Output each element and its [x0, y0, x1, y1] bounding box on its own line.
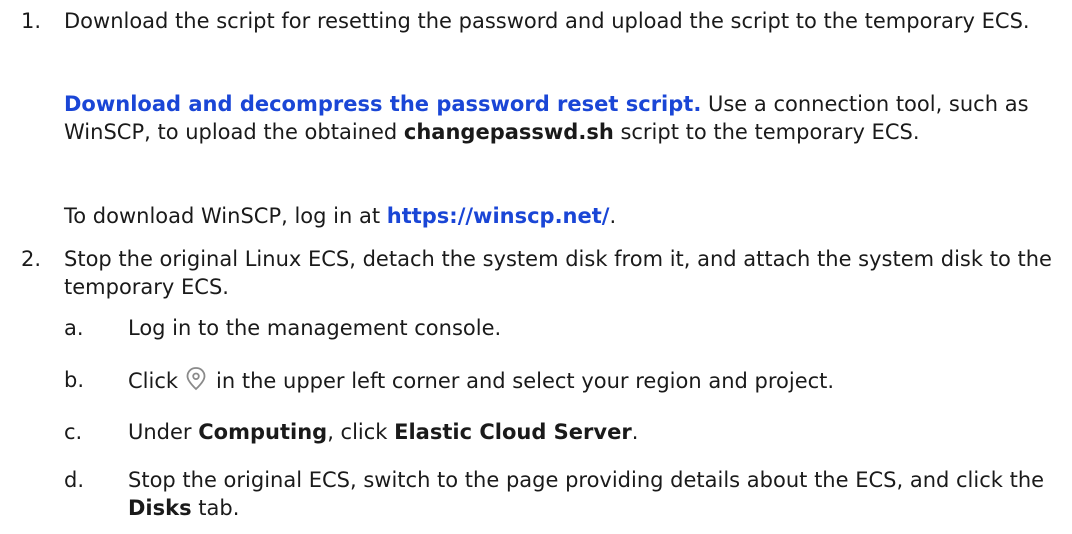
substep-text-part: Under	[128, 420, 199, 444]
paragraph-winscp: To download WinSCP, log in at https://wi…	[64, 202, 1054, 230]
location-pin-icon[interactable]	[184, 366, 208, 399]
menu-computing: Computing	[198, 420, 328, 444]
substep-number: a.	[64, 316, 84, 340]
paragraph-text: script to the temporary ECS.	[613, 120, 920, 144]
substep-number: b.	[64, 368, 85, 392]
substep-text-part: in the upper left corner and select your…	[216, 369, 835, 393]
substep-text: Under Computing, click Elastic Cloud Ser…	[128, 418, 1054, 446]
substep-text-part: tab.	[191, 496, 240, 520]
winscp-link[interactable]: https://winscp.net/	[387, 204, 610, 228]
substep-text-part: .	[631, 420, 639, 444]
substep-text-part: , click	[327, 420, 395, 444]
substep-number: c.	[64, 420, 83, 444]
download-script-link[interactable]: Download and decompress the password res…	[64, 92, 701, 116]
tab-disks: Disks	[128, 496, 192, 520]
step-text: Stop the original Linux ECS, detach the …	[64, 247, 1052, 299]
substep-text: Log in to the management console.	[128, 316, 502, 340]
step-number: 2.	[21, 247, 42, 271]
substep-text: Click in the upper left corner and select…	[128, 366, 1054, 399]
script-filename: changepasswd.sh	[403, 120, 614, 144]
paragraph-text: To download WinSCP, log in at	[64, 204, 387, 228]
substep-text-part: Stop the original ECS, switch to the pag…	[128, 468, 1045, 492]
step-text: Download the script for resetting the pa…	[64, 9, 1030, 33]
menu-elastic-cloud-server: Elastic Cloud Server	[394, 420, 632, 444]
substep-text: Stop the original ECS, switch to the pag…	[128, 466, 1054, 522]
substep-number: d.	[64, 468, 85, 492]
paragraph-text: .	[609, 204, 617, 228]
document: 1. Download the script for resetting the…	[0, 0, 1072, 534]
substep-text-part: Click	[128, 369, 179, 393]
paragraph-script-download: Download and decompress the password res…	[64, 90, 1054, 146]
step-number: 1.	[21, 9, 42, 33]
